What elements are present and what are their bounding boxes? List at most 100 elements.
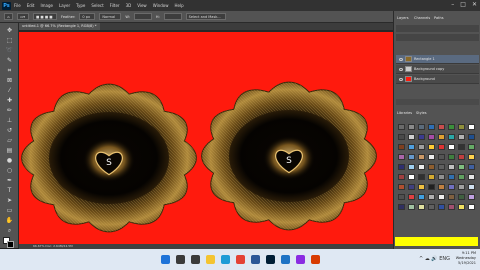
style-swatch[interactable] [418,124,425,130]
document-canvas[interactable]: S S [19,32,393,244]
visibility-icon[interactable] [399,57,403,61]
style-swatch[interactable] [438,134,445,140]
lasso-tool-icon[interactable]: ➰ [5,47,14,54]
style-swatch[interactable] [448,184,455,190]
style-swatch[interactable] [418,194,425,200]
healing-brush-tool-icon[interactable]: ✚ [5,97,14,104]
home-button[interactable]: ⌂ [4,13,13,20]
menu-window[interactable]: Window [153,3,169,8]
style-swatch[interactable] [468,204,475,210]
minimize-button[interactable]: – [451,1,454,8]
tab-paths[interactable]: Paths [434,16,444,20]
visibility-icon[interactable] [399,77,403,81]
style-swatch[interactable] [438,124,445,130]
style-swatch[interactable] [468,184,475,190]
style-swatch[interactable] [408,124,415,130]
pen-tool-icon[interactable]: ✒ [5,177,14,184]
selection-mode-buttons[interactable]: ■ ■ ■ ■ [33,13,57,20]
style-swatch[interactable] [468,144,475,150]
shape-tool-icon[interactable]: ▭ [5,207,14,214]
style-select[interactable]: Normal [99,13,122,20]
color-swatch-strip[interactable] [395,237,478,246]
style-swatch[interactable] [458,204,465,210]
style-swatch[interactable] [448,174,455,180]
style-swatch[interactable] [398,164,405,170]
style-swatch[interactable] [448,164,455,170]
style-swatch[interactable] [408,144,415,150]
music-icon[interactable] [310,255,320,264]
style-swatch[interactable] [398,194,405,200]
style-swatch[interactable] [458,174,465,180]
style-swatch[interactable] [438,164,445,170]
gradient-tool-icon[interactable]: ▤ [5,147,14,154]
style-swatch[interactable] [398,184,405,190]
maximize-button[interactable]: □ [460,1,466,8]
style-swatch[interactable] [418,184,425,190]
style-swatch[interactable] [408,194,415,200]
background-color-swatch[interactable] [7,241,14,248]
style-swatch[interactable] [428,174,435,180]
video-icon[interactable] [295,255,305,264]
style-swatch[interactable] [428,204,435,210]
style-swatch[interactable] [438,184,445,190]
type-tool-icon[interactable]: T [5,187,14,194]
style-swatch[interactable] [408,174,415,180]
style-swatch[interactable] [408,154,415,160]
style-swatch[interactable] [438,154,445,160]
layer-row[interactable]: Background [396,75,479,84]
menu-filter[interactable]: Filter [110,3,120,8]
layer-row[interactable]: Rectangle 1 [396,55,479,64]
path-select-tool-icon[interactable]: ➤ [5,197,14,204]
style-swatch[interactable] [398,174,405,180]
style-swatch[interactable] [428,124,435,130]
layer-filter-row[interactable] [396,25,479,32]
style-swatch[interactable] [458,124,465,130]
clock[interactable]: 9:11 PM Wednesday 5/19/2021 [456,251,476,266]
tab-channels[interactable]: Channels [414,16,430,20]
style-swatch[interactable] [418,144,425,150]
menu-view[interactable]: View [137,3,147,8]
canvas-area[interactable]: S S [19,30,393,244]
chrome-icon[interactable] [235,255,245,264]
style-swatch[interactable] [458,194,465,200]
mail-icon[interactable] [280,255,290,264]
style-swatch[interactable] [398,204,405,210]
style-swatch[interactable] [458,164,465,170]
style-swatch[interactable] [468,164,475,170]
dodge-tool-icon[interactable]: ○ [5,167,14,174]
store-icon[interactable] [250,255,260,264]
style-swatch[interactable] [438,204,445,210]
move-tool-icon[interactable]: ✥ [5,27,14,34]
style-swatch[interactable] [428,154,435,160]
layer-row[interactable]: Background copy [396,65,479,74]
visibility-icon[interactable] [399,67,403,71]
menu-image[interactable]: Image [40,3,53,8]
style-swatch[interactable] [408,134,415,140]
style-swatch[interactable] [398,124,405,130]
style-swatch[interactable] [448,144,455,150]
brush-tool-icon[interactable]: ✏ [5,107,14,114]
style-swatch[interactable] [438,144,445,150]
feather-input[interactable]: 0 px [79,13,96,20]
clone-stamp-tool-icon[interactable]: ⊥ [5,117,14,124]
style-swatch[interactable] [438,194,445,200]
tab-styles[interactable]: Styles [416,111,427,115]
history-brush-tool-icon[interactable]: ↺ [5,127,14,134]
style-swatch[interactable] [468,194,475,200]
crop-tool-icon[interactable]: ⌗ [5,67,14,74]
menu-layer[interactable]: Layer [59,3,70,8]
frame-tool-icon[interactable]: ⊠ [5,77,14,84]
style-swatch[interactable] [458,184,465,190]
style-swatch[interactable] [398,154,405,160]
style-swatch[interactable] [418,174,425,180]
style-swatch[interactable] [468,124,475,130]
height-input[interactable] [163,13,182,20]
width-input[interactable] [133,13,152,20]
style-swatch[interactable] [458,154,465,160]
style-swatch[interactable] [458,144,465,150]
blur-tool-icon[interactable]: ● [5,157,14,164]
style-swatch[interactable] [468,134,475,140]
zoom-tool-icon[interactable]: ⌕ [5,227,14,234]
tab-libraries[interactable]: Libraries [397,111,412,115]
style-swatch[interactable] [438,174,445,180]
